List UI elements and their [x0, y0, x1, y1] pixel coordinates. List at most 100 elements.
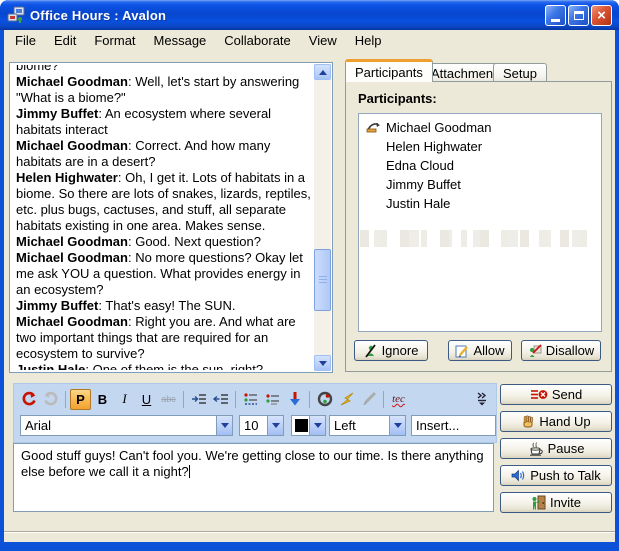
maximize-button[interactable]	[568, 5, 589, 26]
dropdown-button[interactable]	[216, 416, 232, 435]
hand-up-button[interactable]: Hand Up	[500, 411, 612, 432]
move-down-button[interactable]	[284, 389, 305, 410]
chat-message: biome?	[16, 65, 311, 74]
redo-icon	[43, 391, 59, 407]
format-toolbar-row: P B I U abc	[18, 387, 492, 411]
chevron-up-icon	[319, 70, 327, 75]
lightning-icon	[339, 391, 355, 407]
disallow-button[interactable]: Disallow	[521, 340, 601, 361]
participants-list[interactable]: Michael Goodman Helen Highwater Edna Clo…	[358, 113, 602, 332]
font-family-value: Arial	[21, 418, 216, 433]
chevron-down-icon	[221, 423, 229, 428]
ignore-person-icon	[364, 344, 378, 358]
undo-button[interactable]	[18, 389, 39, 410]
menu-collaborate[interactable]: Collaborate	[215, 31, 300, 50]
tab-setup[interactable]: Setup	[493, 63, 547, 82]
app-window: Office Hours : Avalon × File Edit Format…	[0, 0, 619, 551]
send-button[interactable]: Send	[500, 384, 612, 405]
participant-row[interactable]: Helen Highwater	[359, 137, 601, 156]
numbered-list-button[interactable]	[262, 389, 283, 410]
spellcheck-button[interactable]: tec	[388, 389, 409, 410]
invite-door-icon	[531, 495, 546, 510]
allow-pencil-icon	[455, 344, 469, 358]
underline-button[interactable]: U	[136, 389, 157, 410]
participant-row[interactable]: Justin Hale	[359, 194, 601, 213]
indent-decrease-button[interactable]	[210, 389, 231, 410]
dropdown-button[interactable]	[389, 416, 405, 435]
dropdown-button[interactable]	[309, 416, 325, 435]
eyedropper-button[interactable]	[358, 389, 379, 410]
scrollbar-thumb[interactable]	[314, 249, 331, 311]
hand-icon	[521, 415, 535, 429]
chat-transcript[interactable]: biome? Michael Goodman: Well, let's star…	[9, 62, 333, 373]
italic-button[interactable]: I	[114, 389, 135, 410]
menu-file[interactable]: File	[6, 31, 45, 50]
scrollbar-grip	[319, 276, 327, 285]
insert-select[interactable]: Insert...	[411, 415, 496, 436]
participant-row[interactable]: Michael Goodman	[359, 118, 601, 137]
compose-toolbar: P B I U abc	[13, 383, 497, 443]
chat-messages: biome? Michael Goodman: Well, let's star…	[16, 65, 311, 370]
alignment-select[interactable]: Left	[329, 415, 406, 436]
scroll-up-button[interactable]	[314, 64, 331, 80]
highlight-button[interactable]	[336, 389, 357, 410]
message-input[interactable]: Good stuff guys! Can't fool you. We're g…	[13, 443, 494, 512]
menu-view[interactable]: View	[300, 31, 346, 50]
pause-button[interactable]: Pause	[500, 438, 612, 459]
push-to-talk-button[interactable]: Push to Talk	[500, 465, 612, 486]
disallow-person-icon	[528, 344, 542, 358]
eyedropper-icon	[361, 391, 377, 407]
maximize-icon	[574, 11, 584, 20]
tab-participants[interactable]: Participants	[345, 59, 433, 82]
text-caret	[189, 465, 190, 478]
coffee-cup-icon	[528, 442, 544, 456]
speaking-hand-icon	[366, 121, 381, 133]
numbered-list-icon	[265, 391, 281, 407]
color-swatch	[295, 419, 308, 432]
message-text: Good stuff guys! Can't fool you. We're g…	[21, 448, 484, 479]
plain-text-button[interactable]: P	[70, 389, 91, 410]
participants-heading: Participants:	[358, 91, 437, 106]
undo-icon	[21, 391, 37, 407]
menu-help[interactable]: Help	[346, 31, 391, 50]
font-color-select[interactable]	[291, 415, 326, 436]
menu-bar: File Edit Format Message Collaborate Vie…	[4, 30, 615, 50]
minimize-button[interactable]	[545, 5, 566, 26]
strikethrough-button[interactable]: abc	[158, 389, 179, 410]
font-family-select[interactable]: Arial	[20, 415, 233, 436]
toolbar-overflow-button[interactable]	[471, 389, 492, 410]
bold-button[interactable]: B	[92, 389, 113, 410]
indent-increase-button[interactable]	[188, 389, 209, 410]
insert-label: Insert...	[412, 418, 495, 433]
scroll-down-button[interactable]	[314, 355, 331, 371]
move-down-icon	[287, 391, 303, 407]
bullet-list-button[interactable]	[240, 389, 261, 410]
dropdown-button[interactable]	[267, 416, 283, 435]
ignore-button[interactable]: Ignore	[354, 340, 428, 361]
chat-message: Michael Goodman: Correct. And how many h…	[16, 138, 311, 170]
toolbar-separator	[309, 391, 310, 408]
transcript-scrollbar[interactable]	[314, 64, 331, 371]
window-body: File Edit Format Message Collaborate Vie…	[4, 30, 615, 542]
font-controls-row: Arial 10 Left Insert...	[14, 415, 496, 437]
menu-edit[interactable]: Edit	[45, 31, 85, 50]
participant-row[interactable]: Jimmy Buffet	[359, 175, 601, 194]
chat-message: Michael Goodman: Well, let's start by an…	[16, 74, 311, 106]
redo-button[interactable]	[40, 389, 61, 410]
signature-icon: tec	[392, 393, 405, 405]
allow-button[interactable]: Allow	[448, 340, 512, 361]
chevron-down-icon	[319, 361, 327, 366]
app-icon	[7, 6, 25, 24]
invite-button[interactable]: Invite	[500, 492, 612, 513]
participants-panel: Participants: Michael Goodman Helen High…	[345, 81, 612, 372]
menu-format[interactable]: Format	[85, 31, 144, 50]
title-bar[interactable]: Office Hours : Avalon ×	[0, 0, 619, 30]
status-bar-divider	[4, 531, 615, 533]
participant-row[interactable]: Edna Cloud	[359, 156, 601, 175]
bullet-list-icon	[243, 391, 259, 407]
font-size-select[interactable]: 10	[239, 415, 284, 436]
close-button[interactable]: ×	[591, 5, 612, 26]
record-button[interactable]	[314, 389, 335, 410]
chat-message: Justin Hale: One of them is the sun, rig…	[16, 362, 311, 370]
menu-message[interactable]: Message	[145, 31, 216, 50]
